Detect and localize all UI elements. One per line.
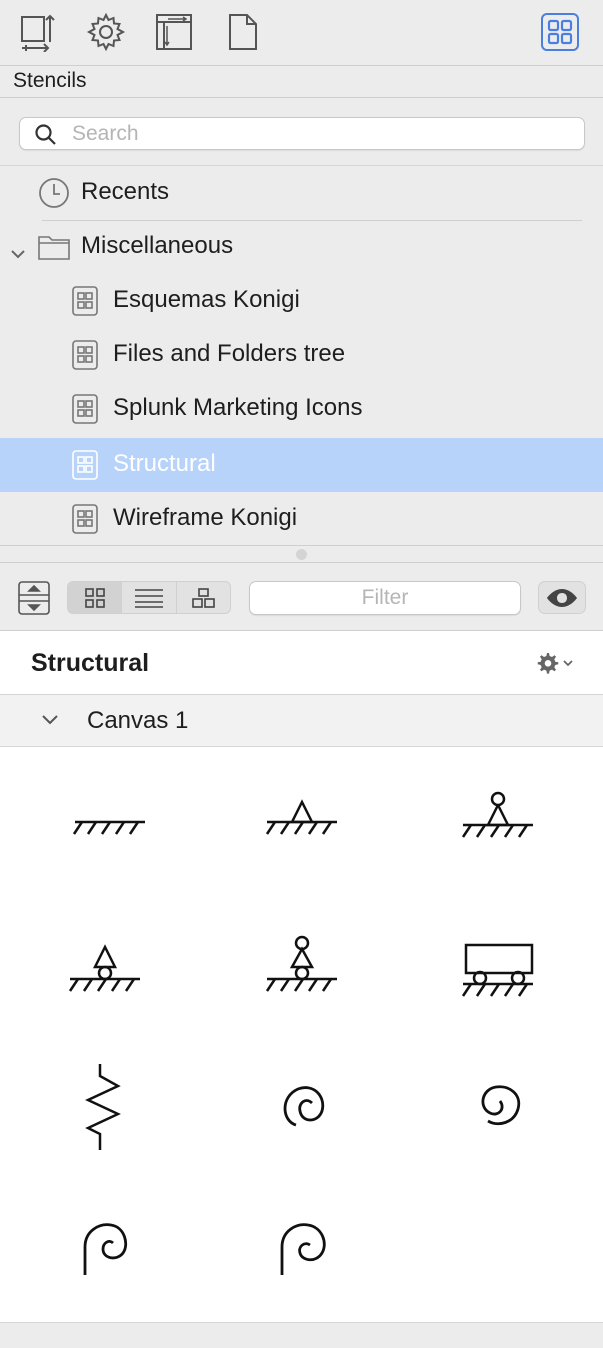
canvas-inspector-icon[interactable] [16, 10, 60, 54]
tree-item-recents[interactable]: Recents [0, 166, 603, 220]
hinged-pin-support-shape[interactable] [428, 762, 568, 882]
torsion-spring-alt-shape[interactable] [428, 1047, 568, 1167]
tree-item-label: Esquemas Konigi [113, 286, 300, 313]
split-view-divider[interactable] [0, 545, 603, 563]
tree-item-label: Recents [81, 178, 170, 205]
chevron-down-icon[interactable] [41, 713, 59, 732]
filter-input[interactable] [250, 582, 520, 614]
filter-box[interactable] [249, 581, 521, 615]
tree-item-label: Miscellaneous [81, 232, 234, 259]
stencil-icon [72, 394, 98, 431]
canvas-group-header[interactable]: Canvas 1 [0, 695, 603, 747]
rotational-spring-alt-shape[interactable] [232, 1187, 372, 1307]
stencil-icon [72, 340, 98, 377]
pin-support-shape[interactable] [232, 762, 372, 882]
stencils-grid-icon[interactable] [541, 13, 579, 51]
tree-item-stencil-selected[interactable]: Structural [0, 438, 603, 492]
divider-handle[interactable] [296, 549, 307, 560]
spring-shape[interactable] [35, 1047, 175, 1167]
view-options-bar [0, 563, 603, 631]
chevron-down-icon[interactable] [10, 240, 26, 268]
tree-item-stencil[interactable]: Files and Folders tree [0, 328, 603, 382]
stencil-header: Structural [0, 631, 603, 695]
tree-item-label: Splunk Marketing Icons [113, 394, 363, 421]
search-input[interactable] [72, 120, 572, 148]
stencil-icon [72, 450, 98, 487]
tree-item-stencil[interactable]: Esquemas Konigi [0, 274, 603, 328]
list-view-icon[interactable] [122, 582, 177, 613]
tree-item-label: Files and Folders tree [113, 340, 346, 367]
tree-item-label: Wireframe Konigi [113, 504, 298, 531]
collapse-panel-icon[interactable] [18, 581, 50, 615]
settings-gear-icon[interactable] [84, 10, 128, 54]
inspector-toolbar [0, 0, 603, 66]
fixed-ground-shape[interactable] [35, 762, 175, 882]
stencil-shape-grid [0, 747, 603, 1323]
search-area [0, 98, 603, 166]
torsion-spring-shape[interactable] [232, 1047, 372, 1167]
stencil-title: Structural [31, 649, 150, 677]
rotational-spring-shape[interactable] [35, 1187, 175, 1307]
search-box[interactable] [19, 117, 585, 150]
panel-footer [0, 1323, 603, 1348]
tree-item-stencil[interactable]: Wireframe Konigi [0, 492, 603, 546]
gear-menu-icon[interactable] [535, 651, 577, 680]
eye-icon[interactable] [538, 581, 586, 614]
cart-support-shape[interactable] [428, 912, 568, 1032]
tree-item-label: Structural [113, 450, 216, 477]
clock-icon [38, 177, 70, 216]
view-mode-segmented-control [67, 581, 231, 614]
tree-item-stencil[interactable]: Splunk Marketing Icons [0, 382, 603, 436]
canvas-label: Canvas 1 [87, 707, 189, 734]
document-icon[interactable] [220, 10, 264, 54]
tree-folder-miscellaneous[interactable]: Miscellaneous [0, 220, 603, 274]
layout-inspector-icon[interactable] [152, 10, 196, 54]
stencil-icon [72, 504, 98, 541]
stencil-icon [72, 286, 98, 323]
folder-icon [37, 233, 71, 268]
search-icon [34, 123, 58, 152]
grid-view-icon[interactable] [68, 582, 123, 613]
outline-view-icon[interactable] [177, 582, 230, 613]
roller-support-shape[interactable] [35, 912, 175, 1032]
hinged-roller-support-shape[interactable] [232, 912, 372, 1032]
stencil-library-tree: Recents Miscellaneous Esquemas Konigi Fi… [0, 166, 603, 546]
panel-title: Stencils [0, 66, 603, 98]
